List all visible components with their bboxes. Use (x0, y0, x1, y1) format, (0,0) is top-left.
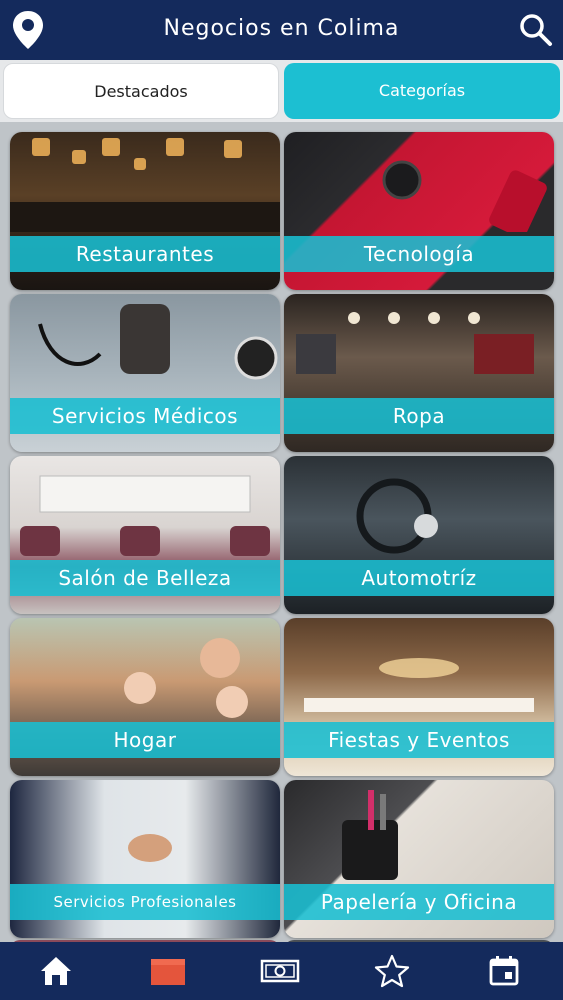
category-card-fiestas-y-eventos[interactable]: Fiestas y Eventos (284, 618, 554, 776)
family-icon (124, 638, 248, 718)
category-card-salon-de-belleza[interactable]: Salón de Belleza (10, 456, 280, 614)
category-label: Tecnología (284, 236, 554, 272)
category-card-servicios-medicos[interactable]: Servicios Médicos (10, 294, 280, 452)
search-icon[interactable] (517, 11, 553, 47)
category-card-ropa[interactable]: Ropa (284, 294, 554, 452)
steering-wheel-icon (356, 478, 438, 554)
nav-categories[interactable] (112, 942, 224, 1000)
salon-chairs-icon (20, 475, 270, 556)
category-label: Restaurantes (10, 236, 280, 272)
tab-categorias[interactable]: Categorías (284, 63, 560, 119)
calendar-icon (489, 956, 519, 986)
category-card-restaurantes[interactable]: Restaurantes (10, 132, 280, 290)
store-icon (151, 959, 185, 985)
category-grid: Restaurantes Tecnología Servicios Médico… (0, 122, 563, 942)
handshake-icon (128, 834, 172, 862)
category-label: Servicios Médicos (10, 398, 280, 434)
category-card-automotriz[interactable]: Automotríz (284, 456, 554, 614)
category-label: Automotríz (284, 560, 554, 596)
nav-home[interactable] (0, 942, 112, 1000)
blood-pressure-gauge-icon (38, 304, 278, 380)
category-label: Servicios Profesionales (10, 884, 280, 920)
category-card-tecnologia[interactable]: Tecnología (284, 132, 554, 290)
nav-favorites[interactable] (336, 942, 448, 1000)
home-icon (41, 957, 71, 985)
chandelier-icon (304, 658, 534, 712)
pencil-holder-icon (342, 790, 398, 880)
category-label: Ropa (284, 398, 554, 434)
money-icon (260, 959, 300, 983)
segmented-tabs: Destacados Categorías (0, 60, 563, 122)
bottom-navigation (0, 942, 563, 1000)
top-app-bar: Negocios en Colima (0, 0, 563, 60)
watch-icon (382, 160, 547, 238)
category-card-servicios-profesionales[interactable]: Servicios Profesionales (10, 780, 280, 938)
nav-events[interactable] (448, 942, 560, 1000)
category-card-papeleria-y-oficina[interactable]: Papelería y Oficina (284, 780, 554, 938)
category-card-hogar[interactable]: Hogar (10, 618, 280, 776)
category-label: Hogar (10, 722, 280, 758)
nav-promotions[interactable] (224, 942, 336, 1000)
hanging-lamps-icon (10, 138, 280, 232)
clothes-rack-icon (296, 312, 534, 374)
page-title: Negocios en Colima (163, 16, 400, 41)
category-label: Fiestas y Eventos (284, 722, 554, 758)
star-icon (374, 954, 410, 988)
category-label: Salón de Belleza (10, 560, 280, 596)
tab-destacados[interactable]: Destacados (3, 63, 279, 119)
category-label: Papelería y Oficina (284, 884, 554, 920)
